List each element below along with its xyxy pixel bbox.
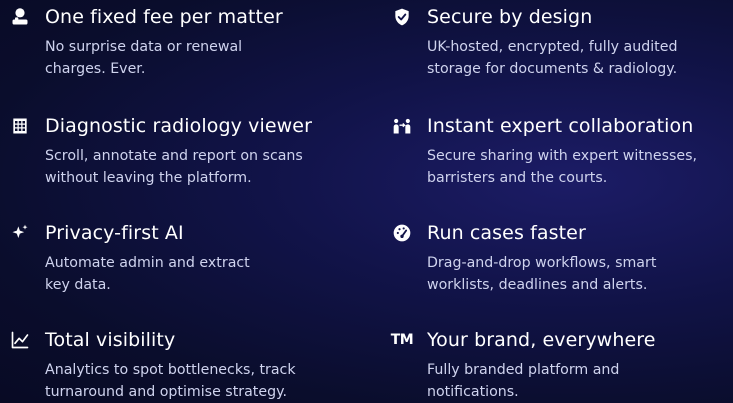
feature-total-visibility: Total visibility Analytics to spot bottl… — [0, 327, 320, 403]
feature-title: Total visibility — [45, 329, 176, 351]
feature-title: Run cases faster — [427, 222, 586, 244]
feature-description: Fully branded platform and notifications. — [427, 362, 620, 400]
feature-description: Drag-and-drop workflows, smart worklists,… — [427, 255, 657, 293]
trademark-icon: TM — [390, 332, 414, 348]
feature-title: Instant expert collaboration — [427, 115, 694, 137]
feature-description: No surprise data or renewal charges. Ever… — [45, 39, 243, 77]
feature-description: Analytics to spot bottlenecks, track turn… — [45, 362, 296, 400]
sparkle-icon — [8, 221, 32, 245]
feature-fixed-fee: One fixed fee per matter No surprise dat… — [0, 4, 320, 80]
shield-check-icon — [390, 5, 414, 29]
feature-privacy-ai: Privacy-first AI Automate admin and extr… — [0, 220, 320, 296]
feature-run-faster: Run cases faster Drag-and-drop workflows… — [382, 220, 702, 296]
calendar-grid-icon — [8, 114, 32, 138]
coins-icon — [8, 5, 32, 29]
feature-radiology-viewer: Diagnostic radiology viewer Scroll, anno… — [0, 113, 320, 189]
feature-your-brand: TM Your brand, everywhere Fully branded … — [382, 327, 702, 403]
feature-description: UK-hosted, encrypted, fully audited stora… — [427, 39, 678, 77]
feature-title: One fixed fee per matter — [45, 6, 283, 28]
feature-description: Scroll, annotate and report on scans with… — [45, 148, 303, 186]
speedometer-icon — [390, 221, 414, 245]
feature-description: Automate admin and extract key data. — [45, 255, 250, 293]
feature-title: Privacy-first AI — [45, 222, 184, 244]
feature-description: Secure sharing with expert witnesses, bar… — [427, 148, 698, 186]
feature-grid: One fixed fee per matter No surprise dat… — [0, 0, 733, 403]
feature-secure-design: Secure by design UK-hosted, encrypted, f… — [382, 4, 702, 80]
feature-expert-collaboration: Instant expert collaboration Secure shar… — [382, 113, 702, 189]
feature-title: Secure by design — [427, 6, 593, 28]
line-chart-icon — [8, 328, 32, 352]
feature-title: Diagnostic radiology viewer — [45, 115, 313, 137]
people-share-icon — [390, 114, 414, 138]
feature-title: Your brand, everywhere — [427, 329, 656, 351]
